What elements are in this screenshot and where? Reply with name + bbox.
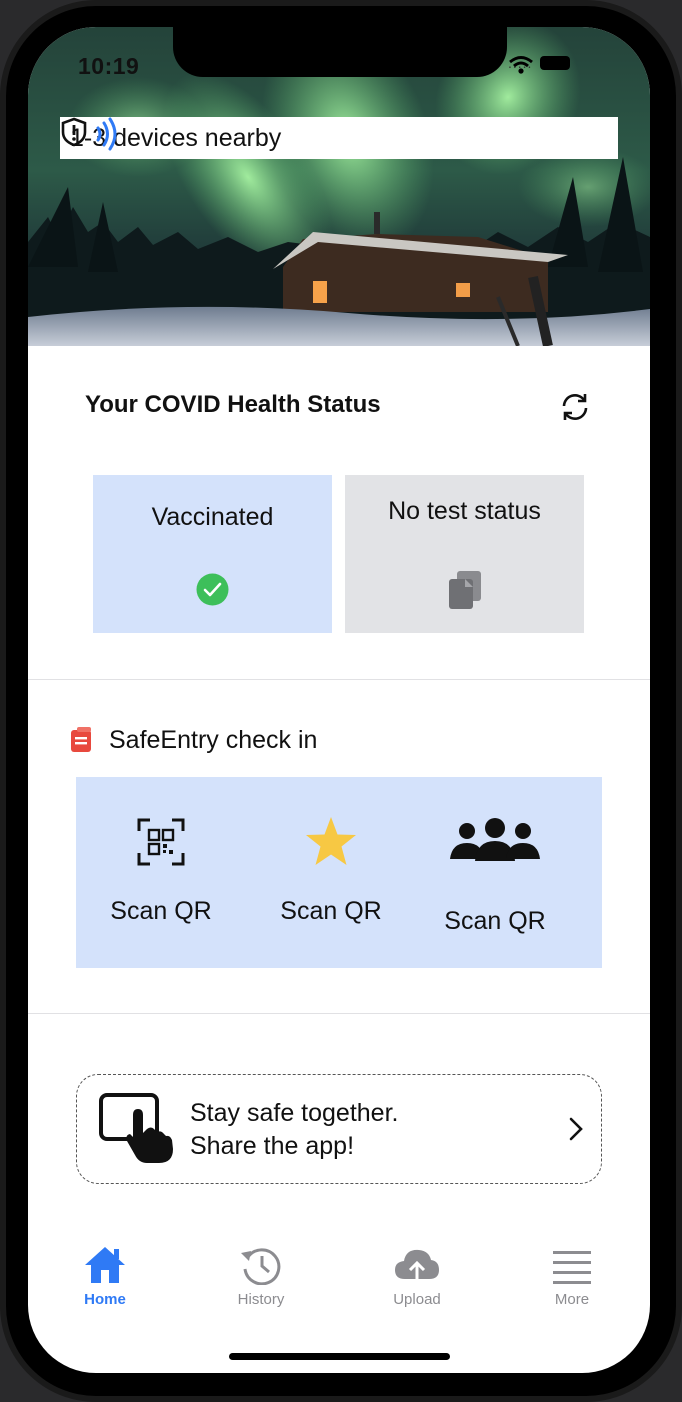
- favorites-scan-label: Scan QR: [280, 897, 382, 925]
- tab-upload-label: Upload: [393, 1291, 441, 1308]
- section-divider: [28, 679, 650, 680]
- tap-screen-icon: [99, 1093, 173, 1163]
- safeentry-icon: [71, 727, 91, 752]
- status-icons: .....: [508, 55, 571, 74]
- health-status-title: Your COVID Health Status: [85, 391, 381, 418]
- favorites-scan-button[interactable]: Scan QR: [276, 817, 386, 926]
- section-divider: [28, 1013, 650, 1014]
- scan-qr-button[interactable]: Scan QR: [106, 817, 216, 926]
- nearby-devices-banner[interactable]: 1-3 devices nearby: [60, 117, 618, 159]
- star-icon: [306, 817, 356, 865]
- share-line-1: Stay safe together.: [190, 1099, 399, 1127]
- group-scan-button[interactable]: Scan QR: [436, 817, 554, 936]
- vaccinated-label: Vaccinated: [151, 503, 274, 531]
- home-indicator[interactable]: [229, 1353, 450, 1360]
- group-scan-label: Scan QR: [444, 907, 546, 935]
- app-screen: 10:19 ..... 1-3 devices nearby Your COVI…: [28, 27, 650, 1373]
- refresh-icon[interactable]: [558, 390, 592, 424]
- group-icon: [450, 818, 540, 861]
- device-notch: [173, 27, 507, 77]
- wifi-icon: [509, 56, 533, 74]
- tab-upload[interactable]: Upload: [362, 1245, 472, 1308]
- tab-history-label: History: [237, 1291, 285, 1308]
- cloud-upload-icon: [395, 1249, 439, 1283]
- status-time: 10:19: [78, 53, 140, 79]
- documents-icon: [449, 571, 481, 609]
- tab-more-label: More: [554, 1291, 590, 1308]
- check-circle-icon: [196, 573, 229, 606]
- safeentry-title: SafeEntry check in: [109, 726, 318, 754]
- chevron-right-icon: [569, 1117, 583, 1141]
- tab-home-label: Home: [84, 1291, 126, 1308]
- scan-qr-label: Scan QR: [110, 897, 212, 925]
- tab-home[interactable]: Home: [50, 1245, 160, 1308]
- home-icon: [85, 1247, 125, 1283]
- vaccinated-card[interactable]: Vaccinated: [93, 475, 332, 633]
- tab-history[interactable]: History: [206, 1245, 316, 1308]
- battery-icon: [540, 56, 571, 70]
- share-app-card[interactable]: Stay safe together. Share the app!: [76, 1074, 602, 1184]
- shield-alert-icon[interactable]: [60, 117, 88, 147]
- hero-image: 10:19 ..... 1-3 devices nearby: [28, 27, 650, 346]
- share-line-2: Share the app!: [190, 1132, 355, 1160]
- tab-more[interactable]: More: [517, 1245, 627, 1308]
- test-status-label: No test status: [388, 497, 541, 525]
- menu-icon: [553, 1251, 591, 1284]
- bluetooth-waves-icon: [96, 117, 117, 151]
- test-status-card[interactable]: No test status: [345, 475, 584, 633]
- safeentry-panel: Scan QR Scan QR Scan QR: [76, 777, 602, 968]
- qr-code-icon: [137, 818, 185, 866]
- history-icon: [241, 1248, 281, 1285]
